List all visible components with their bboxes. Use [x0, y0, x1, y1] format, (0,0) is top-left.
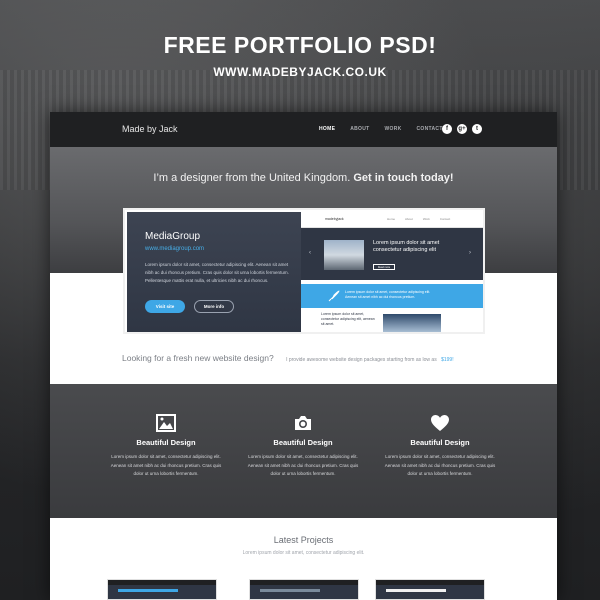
preview-bottom-text: Lorem ipsum dolor sit amet, consectetur …: [321, 312, 375, 326]
preview-nav-link: Home: [387, 217, 396, 221]
latest-projects-section: Latest Projects Lorem ipsum dolor sit am…: [50, 518, 557, 600]
callout-offer: I provide awesome website design package…: [286, 357, 437, 363]
feature-text: Lorem ipsum dolor sit amet, consectetur …: [247, 454, 359, 476]
nav-menu: HOME ABOUT WORK CONTACT: [319, 126, 458, 132]
preview-prev-arrow-icon: ‹: [309, 250, 311, 256]
feature-item: Beautiful Design Lorem ipsum dolor sit a…: [106, 414, 226, 479]
preview-nav-links: Home About Work Contact: [387, 217, 460, 221]
feature-title: Beautiful Design: [273, 438, 333, 447]
promo-url: WWW.MADEBYJACK.CO.UK: [213, 65, 387, 79]
preview-bottom-image: [383, 314, 441, 332]
rocket-icon: [328, 290, 340, 302]
more-info-button[interactable]: More info: [194, 300, 234, 313]
facebook-icon[interactable]: f: [442, 124, 452, 134]
section-title: Latest Projects: [273, 535, 334, 545]
feature-text: Lorem ipsum dolor sit amet, consectetur …: [384, 454, 496, 476]
project-info-panel: MediaGroup www.mediagroup.com Lorem ipsu…: [127, 212, 301, 332]
preview-brand: madebyjack: [325, 217, 344, 221]
pricing-callout: Looking for a fresh new website design? …: [122, 353, 542, 363]
section-subtitle: Lorem ipsum dolor sit amet, consectetur …: [242, 550, 365, 556]
preview-blue-band: Lorem ipsum dolor sit amet, consectetur …: [301, 284, 483, 308]
project-thumbnail[interactable]: [249, 579, 359, 600]
project-description: Lorem ipsum dolor sit amet, consectetur …: [145, 262, 289, 283]
twitter-icon[interactable]: t: [472, 124, 482, 134]
project-link[interactable]: www.mediagroup.com: [145, 246, 204, 252]
website-mockup: Made by Jack HOME ABOUT WORK CONTACT f g…: [50, 112, 557, 600]
preview-navbar: madebyjack Home About Work Contact: [301, 212, 483, 228]
site-brand[interactable]: Made by Jack: [122, 124, 178, 134]
camera-icon: [295, 416, 311, 430]
preview-nav-link: About: [405, 217, 413, 221]
feature-text: Lorem ipsum dolor sit amet, consectetur …: [110, 454, 222, 476]
preview-hero: ‹ Lorem ipsum dolor sit amet consectetur…: [301, 228, 483, 280]
preview-nav-link: Contact: [439, 217, 451, 221]
project-thumbnail[interactable]: [107, 579, 217, 600]
callout-question: Looking for a fresh new website design?: [122, 353, 274, 363]
preview-button: Read more: [373, 264, 395, 270]
google-plus-icon[interactable]: g+: [457, 124, 467, 134]
promo-title: FREE PORTFOLIO PSD!: [163, 32, 437, 58]
hero-intro: I’m a designer from the United Kingdom.: [153, 172, 351, 184]
visit-site-button[interactable]: Visit site: [145, 300, 185, 313]
nav-link-home[interactable]: HOME: [319, 126, 335, 132]
preview-city-image: [324, 240, 364, 270]
feature-title: Beautiful Design: [410, 438, 470, 447]
callout-price: $199!: [441, 357, 454, 363]
heart-icon: [431, 415, 449, 431]
social-links: f g+ t: [442, 124, 482, 134]
feature-item: Beautiful Design Lorem ipsum dolor sit a…: [243, 414, 363, 479]
project-thumbnail[interactable]: [375, 579, 485, 600]
feature-title: Beautiful Design: [136, 438, 196, 447]
preview-heading: Lorem ipsum dolor sit amet consectetur a…: [373, 240, 440, 253]
nav-link-about[interactable]: ABOUT: [350, 126, 369, 132]
project-preview: madebyjack Home About Work Contact ‹ Lor…: [301, 212, 483, 332]
hero-headline: I’m a designer from the United Kingdom. …: [50, 172, 557, 184]
feature-item: Beautiful Design Lorem ipsum dolor sit a…: [380, 414, 500, 479]
nav-link-work[interactable]: WORK: [384, 126, 401, 132]
preview-nav-link: Work: [422, 217, 430, 221]
preview-next-arrow-icon: ›: [469, 250, 471, 256]
image-icon: [156, 414, 176, 432]
top-navbar: Made by Jack HOME ABOUT WORK CONTACT f g…: [50, 112, 557, 147]
features-section: Beautiful Design Lorem ipsum dolor sit a…: [50, 384, 557, 518]
project-title: MediaGroup: [145, 231, 201, 242]
preview-band-text: Lorem ipsum dolor sit amet, consectetur …: [345, 290, 431, 299]
featured-project-slider: MediaGroup www.mediagroup.com Lorem ipsu…: [123, 208, 485, 334]
hero-cta-link[interactable]: Get in touch today!: [353, 172, 453, 184]
nav-link-contact[interactable]: CONTACT: [417, 126, 443, 132]
